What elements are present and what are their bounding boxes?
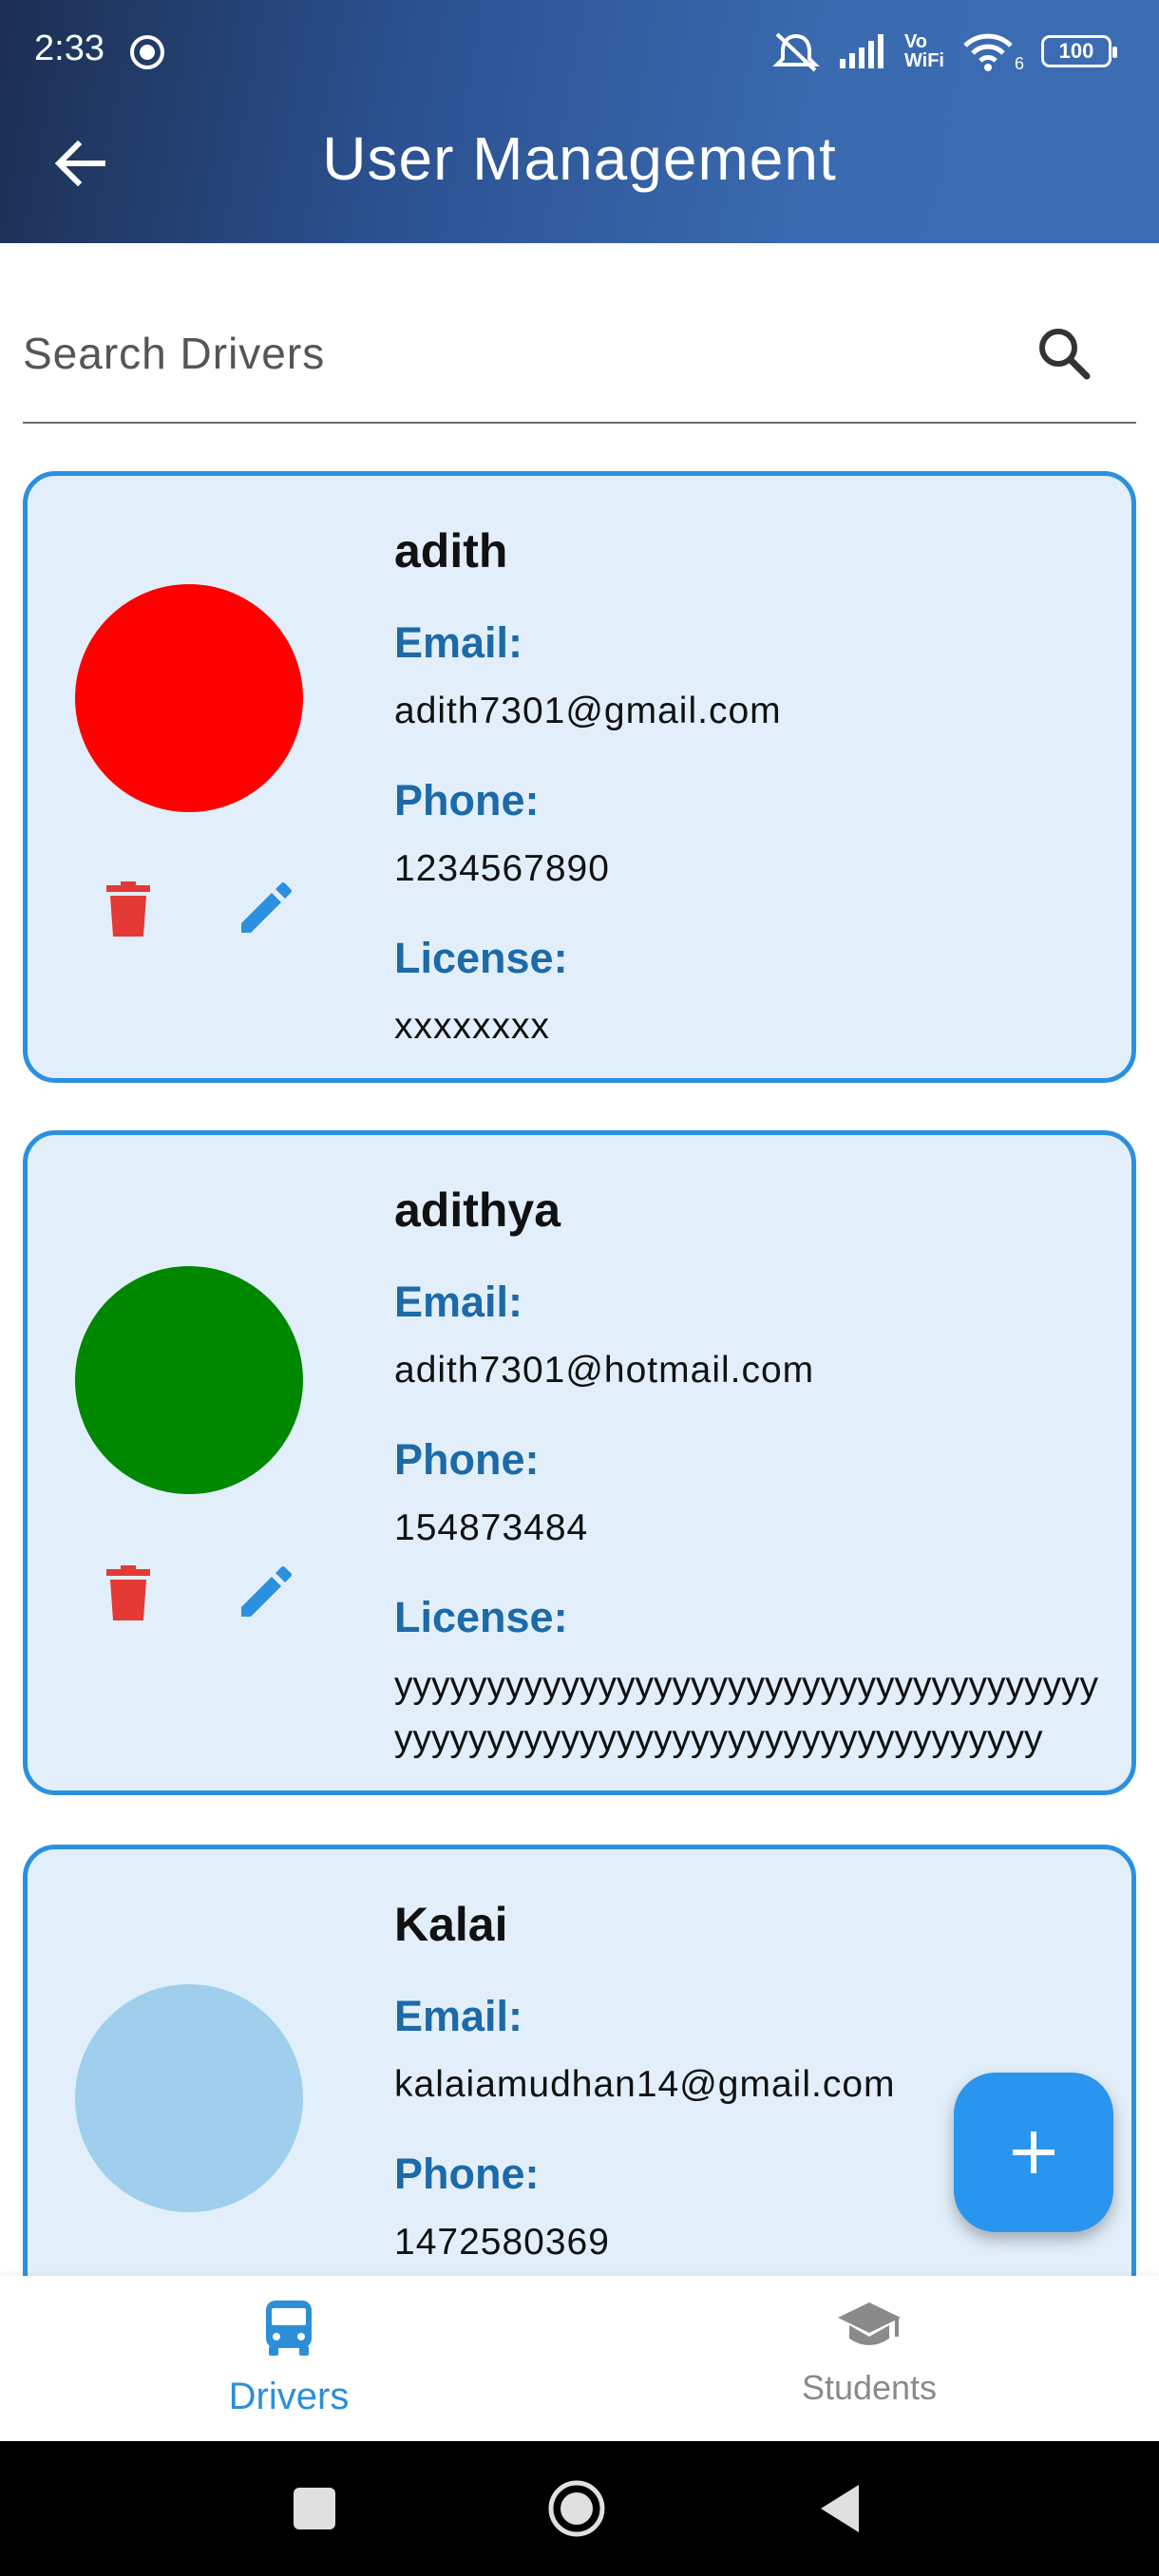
search-icon[interactable] <box>1030 319 1098 388</box>
home-icon[interactable] <box>543 2475 610 2542</box>
phone-value: 154873484 <box>394 1507 589 1548</box>
driver-name: Kalai <box>394 1898 508 1951</box>
vowifi-indicator: Vo WiFi <box>904 32 944 70</box>
driver-name: adith <box>394 524 508 578</box>
phone-label: Phone: <box>394 776 540 824</box>
vowifi-top: Vo <box>903 31 928 52</box>
page-title: User Management <box>322 124 837 193</box>
driver-details: adith Email: adith7301@gmail.com Phone: … <box>394 523 1116 1091</box>
nav-item-students[interactable]: Students <box>698 2299 1040 2408</box>
signal-icon <box>839 34 884 68</box>
status-time: 2:33 <box>34 28 104 68</box>
delete-icon[interactable] <box>94 1559 162 1627</box>
phone-value: 1234567890 <box>394 848 610 889</box>
back-triangle-icon[interactable] <box>808 2475 874 2542</box>
bottom-navigation: Drivers Students <box>0 2276 1159 2441</box>
driver-card: adithya Email: adith7301@hotmail.com Pho… <box>23 1130 1136 1795</box>
search-bar <box>23 294 1136 424</box>
driver-list: adith Email: adith7301@gmail.com Phone: … <box>0 471 1159 2276</box>
driver-name: adithya <box>394 1184 561 1237</box>
delete-icon[interactable] <box>94 875 162 943</box>
edit-pencil-icon[interactable] <box>231 1559 299 1627</box>
bus-icon <box>266 2301 312 2356</box>
battery-level: 100 <box>1058 39 1094 63</box>
avatar <box>75 584 303 812</box>
nav-label-students: Students <box>801 2368 938 2407</box>
app-header: 2:33 Vo WiFi 6 100 User Management <box>0 0 1159 243</box>
battery-icon: 100 <box>1041 35 1117 67</box>
license-label: License: <box>394 934 568 982</box>
license-label: License: <box>394 1593 568 1641</box>
mute-bell-icon <box>772 32 820 72</box>
search-input[interactable] <box>23 317 973 389</box>
email-value: adith7301@gmail.com <box>394 691 782 731</box>
system-navigation-bar <box>0 2441 1159 2576</box>
avatar <box>75 1984 303 2212</box>
email-value: adith7301@hotmail.com <box>394 1350 815 1391</box>
avatar <box>75 1266 303 1494</box>
wifi-icon <box>963 33 1013 71</box>
email-label: Email: <box>394 618 523 667</box>
license-value: yyyyyyyyyyyyyyyyyyyyyyyyyyyyyyyyyyyyyyyy… <box>394 1665 1098 1759</box>
wifi-suffix: 6 <box>1014 54 1024 73</box>
vowifi-bottom: WiFi <box>903 50 944 71</box>
phone-label: Phone: <box>394 1435 540 1484</box>
recent-apps-icon[interactable] <box>281 2475 348 2542</box>
status-icons: Vo WiFi 6 100 <box>771 28 1117 74</box>
nav-label-drivers: Drivers <box>228 2376 350 2417</box>
edit-pencil-icon[interactable] <box>231 875 299 943</box>
graduation-cap-icon <box>838 2302 901 2345</box>
email-label: Email: <box>394 1278 523 1326</box>
email-label: Email: <box>394 1992 523 2040</box>
driver-card: adith Email: adith7301@gmail.com Phone: … <box>23 471 1136 1083</box>
nav-item-drivers[interactable]: Drivers <box>118 2299 460 2418</box>
plus-icon <box>1013 2131 1054 2173</box>
add-driver-button[interactable] <box>954 2073 1113 2232</box>
license-value: xxxxxxxx <box>394 1006 550 1047</box>
driver-details: adithya Email: adith7301@hotmail.com Pho… <box>394 1183 1116 1804</box>
record-status-icon <box>130 35 164 69</box>
